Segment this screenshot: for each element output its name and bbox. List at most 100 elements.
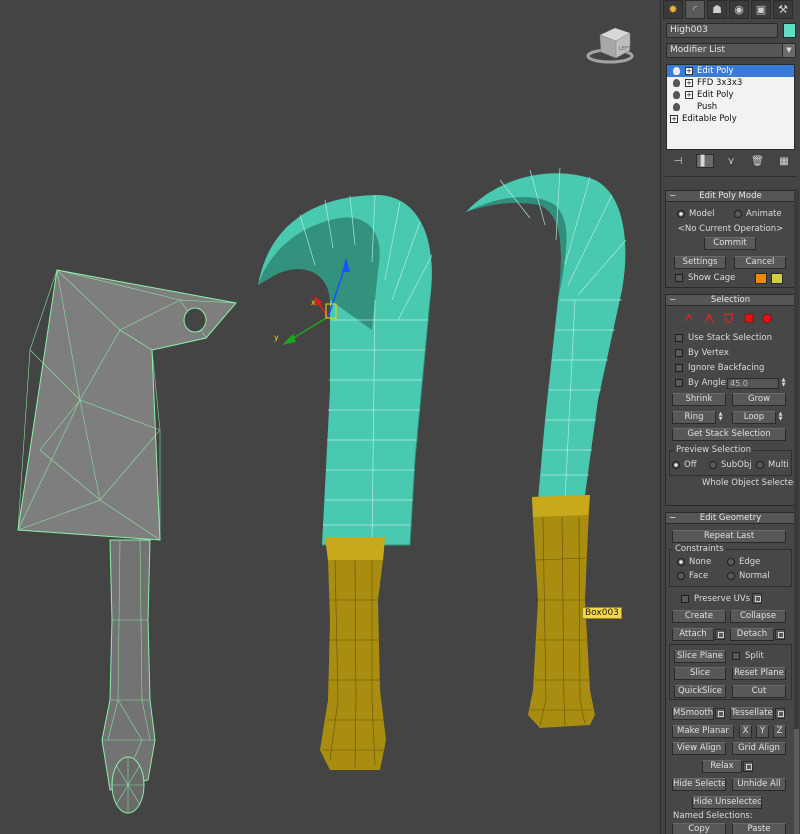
tessellate-settings-icon[interactable] (775, 708, 785, 719)
stack-item-editable-poly[interactable]: + Editable Poly (667, 113, 794, 125)
edit-poly-mode-header[interactable]: − Edit Poly Mode (666, 191, 795, 202)
commit-button[interactable]: Commit (704, 237, 756, 250)
preview-off-radio[interactable]: Off (672, 458, 697, 472)
preserve-uvs-checkbox[interactable]: Preserve UVs (681, 592, 750, 606)
create-button[interactable]: Create (672, 610, 726, 623)
attach-button[interactable]: Attach (672, 628, 714, 641)
lightbulb-icon[interactable] (673, 91, 680, 99)
split-checkbox[interactable]: Split (732, 649, 764, 663)
repeat-last-button[interactable]: Repeat Last (672, 530, 786, 543)
loop-spinner-icon[interactable]: ▲ ▼ (777, 412, 784, 423)
pin-stack-icon[interactable]: ⊣ (669, 154, 687, 168)
create-tab[interactable]: ✸ (663, 0, 683, 19)
modifier-list-dropdown[interactable]: Modifier List ▼ (666, 43, 796, 58)
stack-item-ffd[interactable]: + FFD 3x3x3 (667, 77, 794, 89)
constraint-face-radio[interactable]: Face (677, 569, 708, 583)
hierarchy-tab[interactable]: ☗ (707, 0, 727, 19)
cancel-button[interactable]: Cancel (734, 256, 786, 269)
angle-spinner-field[interactable]: 45.0 (727, 378, 779, 389)
lightbulb-icon[interactable] (673, 79, 680, 87)
machete-model[interactable] (466, 167, 627, 728)
perspective-viewport[interactable]: LEFT y x Box003 (0, 0, 660, 834)
by-angle-checkbox[interactable]: By Angle: (675, 376, 729, 390)
preserve-uvs-settings-icon[interactable] (752, 593, 762, 604)
hooked-machete-model[interactable]: y x (258, 194, 433, 770)
settings-button[interactable]: Settings (674, 256, 726, 269)
panel-scrollbar[interactable] (794, 189, 799, 834)
msmooth-settings-icon[interactable] (715, 708, 725, 719)
planar-y-button[interactable]: Y (756, 725, 769, 738)
vertex-icon[interactable] (684, 313, 693, 322)
planar-z-button[interactable]: Z (773, 725, 786, 738)
configure-sets-icon[interactable]: ▦ (775, 154, 793, 168)
modifier-stack[interactable]: + Edit Poly + FFD 3x3x3 + Edit Poly Push… (666, 64, 795, 150)
relax-button[interactable]: Relax (702, 760, 742, 773)
loop-button[interactable]: Loop (732, 411, 776, 424)
view-align-button[interactable]: View Align (672, 742, 726, 755)
grow-button[interactable]: Grow (732, 393, 786, 406)
expand-icon[interactable]: + (670, 115, 678, 123)
stack-item-push[interactable]: Push (667, 101, 794, 113)
make-unique-icon[interactable]: ⋎ (722, 154, 740, 168)
stack-item-edit-poly-2[interactable]: + Edit Poly (667, 89, 794, 101)
polygon-icon[interactable] (744, 313, 754, 323)
grid-align-button[interactable]: Grid Align (732, 742, 786, 755)
slice-button[interactable]: Slice (674, 667, 726, 680)
cleaver-wireframe-model[interactable] (17, 269, 237, 814)
spinner-arrows-icon[interactable]: ▲ ▼ (780, 378, 787, 389)
by-vertex-checkbox[interactable]: By Vertex (675, 346, 729, 360)
attach-settings-icon[interactable] (715, 629, 725, 640)
object-color-swatch[interactable] (783, 23, 796, 38)
ignore-backfacing-checkbox[interactable]: Ignore Backfacing (675, 361, 764, 375)
make-planar-button[interactable]: Make Planar (672, 725, 734, 738)
animate-radio[interactable]: Animate (734, 207, 782, 221)
copy-button[interactable]: Copy (672, 823, 726, 834)
modify-tab[interactable]: ◜ (685, 0, 705, 19)
viewcube[interactable]: LEFT (586, 27, 634, 64)
detach-button[interactable]: Detach (730, 628, 774, 641)
object-name-field[interactable]: High003 (666, 23, 778, 38)
edge-icon[interactable] (704, 312, 714, 323)
selection-header[interactable]: − Selection (666, 295, 795, 306)
ring-spinner-icon[interactable]: ▲ ▼ (717, 412, 724, 423)
cut-button[interactable]: Cut (732, 685, 786, 698)
tessellate-button[interactable]: Tessellate (730, 707, 774, 720)
element-icon[interactable] (762, 313, 772, 324)
utilities-tab[interactable]: ⚒ (773, 0, 793, 19)
detach-settings-icon[interactable] (775, 629, 785, 640)
msmooth-button[interactable]: MSmooth (672, 707, 714, 720)
planar-x-button[interactable]: X (739, 725, 752, 738)
use-stack-selection-checkbox[interactable]: Use Stack Selection (675, 331, 772, 345)
model-radio[interactable]: Model (677, 207, 715, 221)
constraint-normal-radio[interactable]: Normal (727, 569, 770, 583)
slice-plane-button[interactable]: Slice Plane (674, 650, 726, 663)
lightbulb-icon[interactable] (673, 67, 680, 75)
constraint-none-radio[interactable]: None (677, 555, 711, 569)
border-icon[interactable] (724, 313, 734, 323)
ring-button[interactable]: Ring (672, 411, 716, 424)
motion-tab[interactable]: ◉ (729, 0, 749, 19)
collapse-button[interactable]: Collapse (730, 610, 786, 623)
show-end-result-icon[interactable]: ▌ (695, 154, 714, 168)
lightbulb-icon[interactable] (673, 103, 680, 111)
scrollbar-thumb[interactable] (794, 729, 799, 834)
expand-icon[interactable]: + (685, 67, 693, 75)
quickslice-button[interactable]: QuickSlice (674, 685, 726, 698)
hide-unselected-button[interactable]: Hide Unselected (692, 796, 762, 809)
shrink-button[interactable]: Shrink (672, 393, 726, 406)
expand-icon[interactable]: + (685, 91, 693, 99)
expand-icon[interactable]: + (685, 79, 693, 87)
edit-geometry-header[interactable]: − Edit Geometry (666, 513, 795, 524)
remove-modifier-icon[interactable]: 🗑 (749, 154, 767, 168)
unhide-all-button[interactable]: Unhide All (732, 778, 786, 791)
cage-color-swatch-2[interactable] (771, 273, 783, 284)
preview-multi-radio[interactable]: Multi (756, 458, 789, 472)
show-cage-checkbox[interactable]: Show Cage (675, 271, 735, 285)
cage-color-swatch-1[interactable] (755, 273, 767, 284)
preview-subobj-radio[interactable]: SubObj (709, 458, 752, 472)
hide-selected-button[interactable]: Hide Selected (672, 778, 726, 791)
display-tab[interactable]: ▣ (751, 0, 771, 19)
get-stack-selection-button[interactable]: Get Stack Selection (672, 428, 786, 441)
constraint-edge-radio[interactable]: Edge (727, 555, 760, 569)
stack-item-edit-poly[interactable]: + Edit Poly (667, 65, 794, 77)
